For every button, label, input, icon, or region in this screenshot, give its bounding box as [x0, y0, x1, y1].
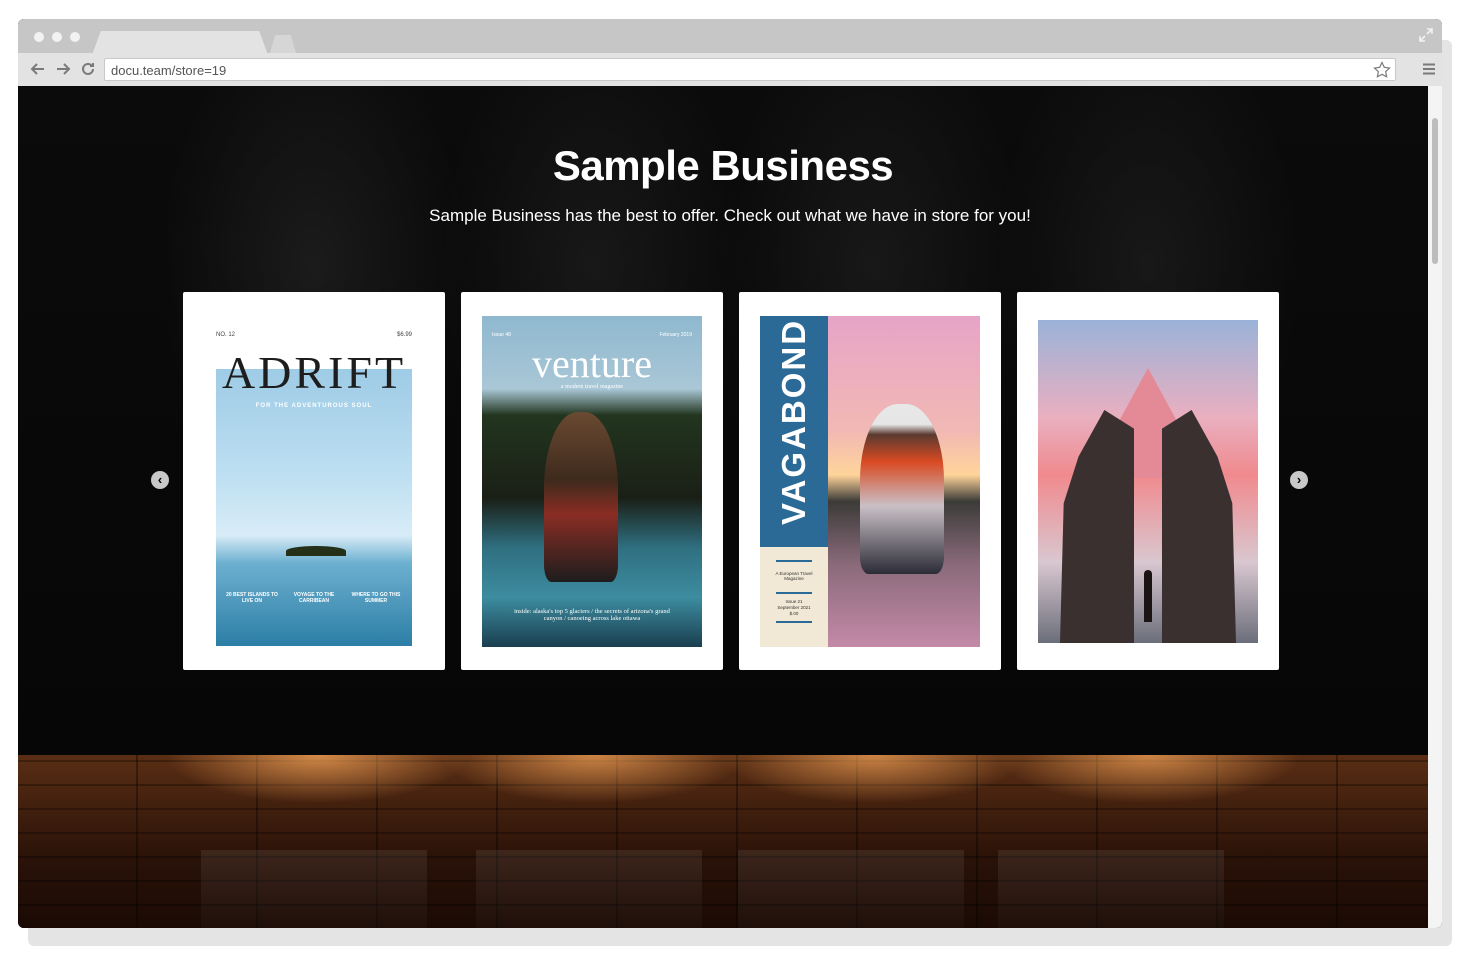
- magazine-title: venture: [532, 341, 652, 386]
- page-scrollbar[interactable]: [1428, 86, 1442, 928]
- magazine-cover: Issue 48 February 2019 venture a modern …: [482, 316, 702, 647]
- issue-number: NO. 12: [216, 332, 236, 338]
- maximize-dot[interactable]: [70, 32, 80, 42]
- island-shape: [286, 546, 346, 556]
- store-subtitle: Sample Business has the best to offer. C…: [429, 206, 1031, 225]
- magazine-cover: NO. 12 $6.99 ADRIFT FOR THE ADVENTUROUS …: [216, 326, 412, 646]
- cover-price: $.00: [789, 611, 799, 616]
- feature-text: VOYAGE TO THE CARRIBEAN: [293, 592, 335, 604]
- store-page: Sample Business Sample Business has the …: [18, 86, 1428, 928]
- forward-arrow-icon[interactable]: [55, 61, 71, 77]
- issue-number: Issue 48: [492, 332, 511, 338]
- issue-number: Issue 21: [785, 599, 803, 604]
- card-reflection: [201, 850, 427, 928]
- reload-icon[interactable]: [80, 61, 96, 77]
- chevron-left-icon: ‹: [157, 472, 163, 487]
- kayaker-figure: [860, 404, 944, 574]
- inside-text: inside: alaska's top 5 glaciers / the se…: [514, 608, 670, 622]
- magazine-tagline: FOR THE ADVENTUROUS SOUL: [255, 403, 373, 409]
- fullscreen-icon[interactable]: [1418, 27, 1434, 43]
- card-reflection: [738, 850, 964, 928]
- feature-text: 20 BEST ISLANDS TO LIVE ON: [226, 592, 278, 604]
- divider-line: [776, 560, 812, 562]
- magazine-card-vagabond[interactable]: VAGABOND A European Travel Magazine Issu…: [739, 292, 1001, 670]
- bookmark-star-icon[interactable]: [1373, 61, 1391, 79]
- scrollbar-thumb[interactable]: [1432, 118, 1438, 264]
- magazine-card-temple[interactable]: [1017, 292, 1279, 670]
- issue-date: February 2019: [659, 332, 692, 338]
- magazine-card-adrift[interactable]: NO. 12 $6.99 ADRIFT FOR THE ADVENTUROUS …: [183, 292, 445, 670]
- gate-right: [1162, 410, 1236, 643]
- cover-price: $6.99: [396, 332, 412, 338]
- divider-line: [776, 592, 812, 594]
- menu-icon[interactable]: [1422, 62, 1436, 76]
- ocean-photo: [216, 369, 412, 646]
- browser-tab[interactable]: [92, 31, 268, 55]
- person-silhouette: [1144, 570, 1152, 622]
- browser-window: docu.team/store=19 Sample Business Sampl…: [18, 19, 1442, 928]
- magazine-title: VAGABOND: [775, 318, 812, 525]
- url-text: docu.team/store=19: [111, 63, 227, 78]
- issue-date: September 2021: [777, 605, 811, 610]
- card-reflection: [476, 850, 702, 928]
- carousel-next-button[interactable]: ›: [1290, 471, 1308, 489]
- magazine-tagline: A European Travel Magazine: [775, 571, 813, 581]
- magazine-title: ADRIFT: [221, 347, 407, 398]
- gate-left: [1060, 410, 1134, 643]
- browser-toolbar: docu.team/store=19: [18, 53, 1442, 86]
- minimize-dot[interactable]: [52, 32, 62, 42]
- magazine-cover: [1038, 320, 1258, 643]
- store-title: Sample Business: [552, 142, 894, 189]
- new-tab-button[interactable]: [270, 35, 296, 53]
- magazine-card-venture[interactable]: Issue 48 February 2019 venture a modern …: [461, 292, 723, 670]
- card-reflection: [998, 850, 1224, 928]
- chevron-right-icon: ›: [1296, 472, 1302, 487]
- address-bar[interactable]: docu.team/store=19: [104, 58, 1396, 81]
- back-arrow-icon[interactable]: [30, 61, 46, 77]
- title-bar: [18, 19, 1442, 55]
- divider-line: [776, 621, 812, 623]
- close-dot[interactable]: [34, 32, 44, 42]
- kayaker-figure: [544, 412, 618, 582]
- carousel-prev-button[interactable]: ‹: [151, 471, 169, 489]
- info-band: [760, 547, 828, 647]
- feature-text: WHERE TO GO THIS SUMMER: [351, 592, 401, 604]
- magazine-cover: VAGABOND A European Travel Magazine Issu…: [760, 316, 980, 647]
- magazine-tagline: a modern travel magazine: [560, 384, 624, 390]
